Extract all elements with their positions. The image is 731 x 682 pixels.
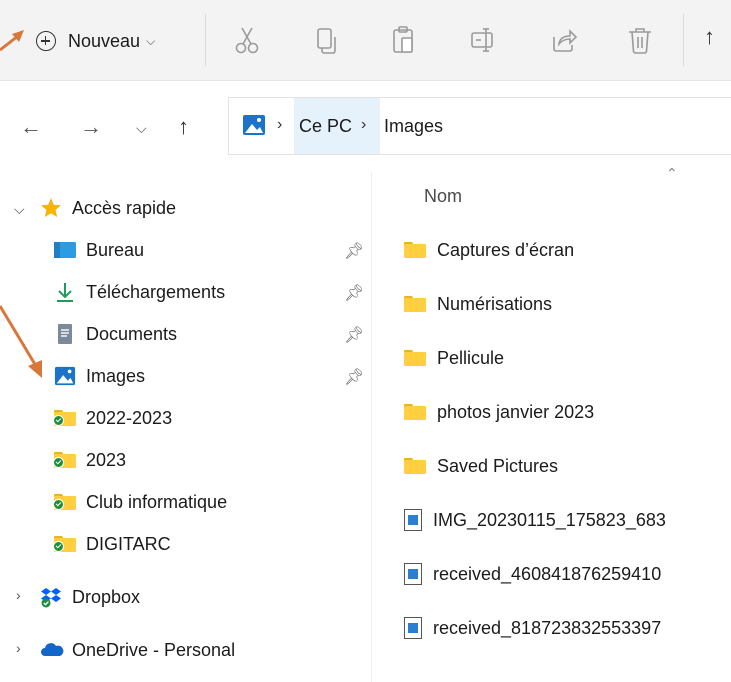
chevron-right-icon[interactable]: › <box>16 640 21 656</box>
folder-icon <box>404 296 426 312</box>
nav-label: Images <box>86 365 146 386</box>
nav-label: Accès rapide <box>72 197 177 218</box>
nav-onedrive[interactable]: OneDrive - Personal <box>40 633 235 667</box>
synced-folder-icon <box>53 407 76 429</box>
list-item[interactable]: received_460841876259410 <box>404 557 661 591</box>
sort-icon[interactable]: ↑ <box>704 24 715 50</box>
breadcrumb-chevron-icon[interactable]: › <box>277 116 282 134</box>
nav-label: DIGITARC <box>86 533 171 554</box>
file-name: Captures d’écran <box>437 239 575 260</box>
cut-icon[interactable] <box>231 24 263 56</box>
nav-quick-access[interactable]: Accès rapide <box>40 191 176 225</box>
desktop-icon <box>54 239 76 261</box>
list-item[interactable]: Saved Pictures <box>404 449 558 483</box>
command-bar: Nouveau ⌵ ↑ <box>0 0 731 81</box>
pictures-icon <box>243 115 265 135</box>
list-item[interactable]: IMG_20230115_175823_683 <box>404 503 666 537</box>
list-item[interactable]: received_818723832553397 <box>404 611 661 645</box>
file-name: received_818723832553397 <box>433 617 662 638</box>
folder-icon <box>404 404 426 420</box>
file-name: IMG_20230115_175823_683 <box>433 509 666 530</box>
pin-icon[interactable]: 📌︎ <box>344 241 364 261</box>
toolbar-divider <box>205 14 206 66</box>
nav-item-telechargements[interactable]: Téléchargements <box>54 275 225 309</box>
sort-caret-icon: ⌃ <box>666 165 678 181</box>
toolbar-divider <box>683 14 684 66</box>
nav-item-club-informatique[interactable]: Club informatique <box>53 485 228 519</box>
synced-folder-icon <box>53 449 76 471</box>
share-icon[interactable] <box>547 24 579 56</box>
nav-item-images[interactable]: Images <box>54 359 145 393</box>
list-item[interactable]: Pellicule <box>404 341 504 375</box>
nav-item-2022-2023[interactable]: 2022-2023 <box>53 401 173 435</box>
breadcrumb-images[interactable]: Images <box>384 116 443 137</box>
nav-label: Bureau <box>86 239 145 260</box>
cloud-icon <box>40 639 64 661</box>
file-name: Pellicule <box>437 347 505 368</box>
documents-icon <box>54 323 76 345</box>
pictures-icon <box>54 365 76 387</box>
paste-icon[interactable] <box>388 24 420 56</box>
up-button[interactable]: ↑ <box>178 114 189 140</box>
nav-dropbox[interactable]: Dropbox <box>40 580 140 614</box>
annotation-arrow-icon <box>0 305 42 378</box>
star-icon <box>40 197 62 219</box>
back-button[interactable]: ← <box>20 114 42 140</box>
list-item[interactable]: Captures d’écran <box>404 233 574 267</box>
copy-icon[interactable] <box>310 24 342 56</box>
nav-item-2023[interactable]: 2023 <box>53 443 127 477</box>
nav-label: 2023 <box>86 449 127 470</box>
breadcrumb-chevron-icon[interactable]: › <box>361 116 366 134</box>
new-button[interactable]: Nouveau ⌵ <box>28 22 190 60</box>
column-header-name[interactable]: Nom <box>424 186 462 207</box>
folder-icon <box>404 242 426 258</box>
synced-folder-icon <box>53 491 76 513</box>
image-file-icon <box>404 509 422 531</box>
file-name: received_460841876259410 <box>433 563 662 584</box>
pin-icon[interactable]: 📌︎ <box>344 325 364 345</box>
folder-icon <box>404 458 426 474</box>
nav-label: OneDrive - Personal <box>72 639 236 660</box>
delete-icon[interactable] <box>624 24 656 56</box>
synced-folder-icon <box>53 533 76 555</box>
annotation-arrow-icon <box>0 30 24 52</box>
image-file-icon <box>404 617 422 639</box>
nav-label: 2022-2023 <box>86 407 173 428</box>
file-name: Saved Pictures <box>437 455 559 476</box>
list-item[interactable]: Numérisations <box>404 287 552 321</box>
nav-item-digitarc[interactable]: DIGITARC <box>53 527 171 561</box>
nav-label: Téléchargements <box>86 281 226 302</box>
pane-divider[interactable] <box>371 172 372 682</box>
forward-button[interactable]: → <box>80 114 102 140</box>
plus-circle-icon <box>36 31 56 51</box>
list-item[interactable]: photos janvier 2023 <box>404 395 594 429</box>
new-button-label: Nouveau <box>68 30 141 51</box>
file-name: photos janvier 2023 <box>437 401 595 422</box>
chevron-down-icon: ⌵ <box>146 33 156 48</box>
download-icon <box>54 281 76 303</box>
nav-label: Dropbox <box>72 586 141 607</box>
breadcrumb-ce-pc[interactable]: Ce PC <box>299 116 352 137</box>
rename-icon[interactable] <box>468 24 500 56</box>
nav-label: Documents <box>86 323 178 344</box>
chevron-right-icon[interactable]: › <box>16 587 21 603</box>
folder-icon <box>404 350 426 366</box>
pin-icon[interactable]: 📌︎ <box>344 367 364 387</box>
nav-label: Club informatique <box>86 491 228 512</box>
recent-locations-button[interactable]: ⌵ <box>136 120 147 137</box>
nav-item-documents[interactable]: Documents <box>54 317 177 351</box>
chevron-down-icon[interactable]: ⌵ <box>14 201 25 218</box>
image-file-icon <box>404 563 422 585</box>
nav-item-bureau[interactable]: Bureau <box>54 233 144 267</box>
dropbox-icon <box>40 586 62 608</box>
pin-icon[interactable]: 📌︎ <box>344 283 364 303</box>
file-name: Numérisations <box>437 293 553 314</box>
